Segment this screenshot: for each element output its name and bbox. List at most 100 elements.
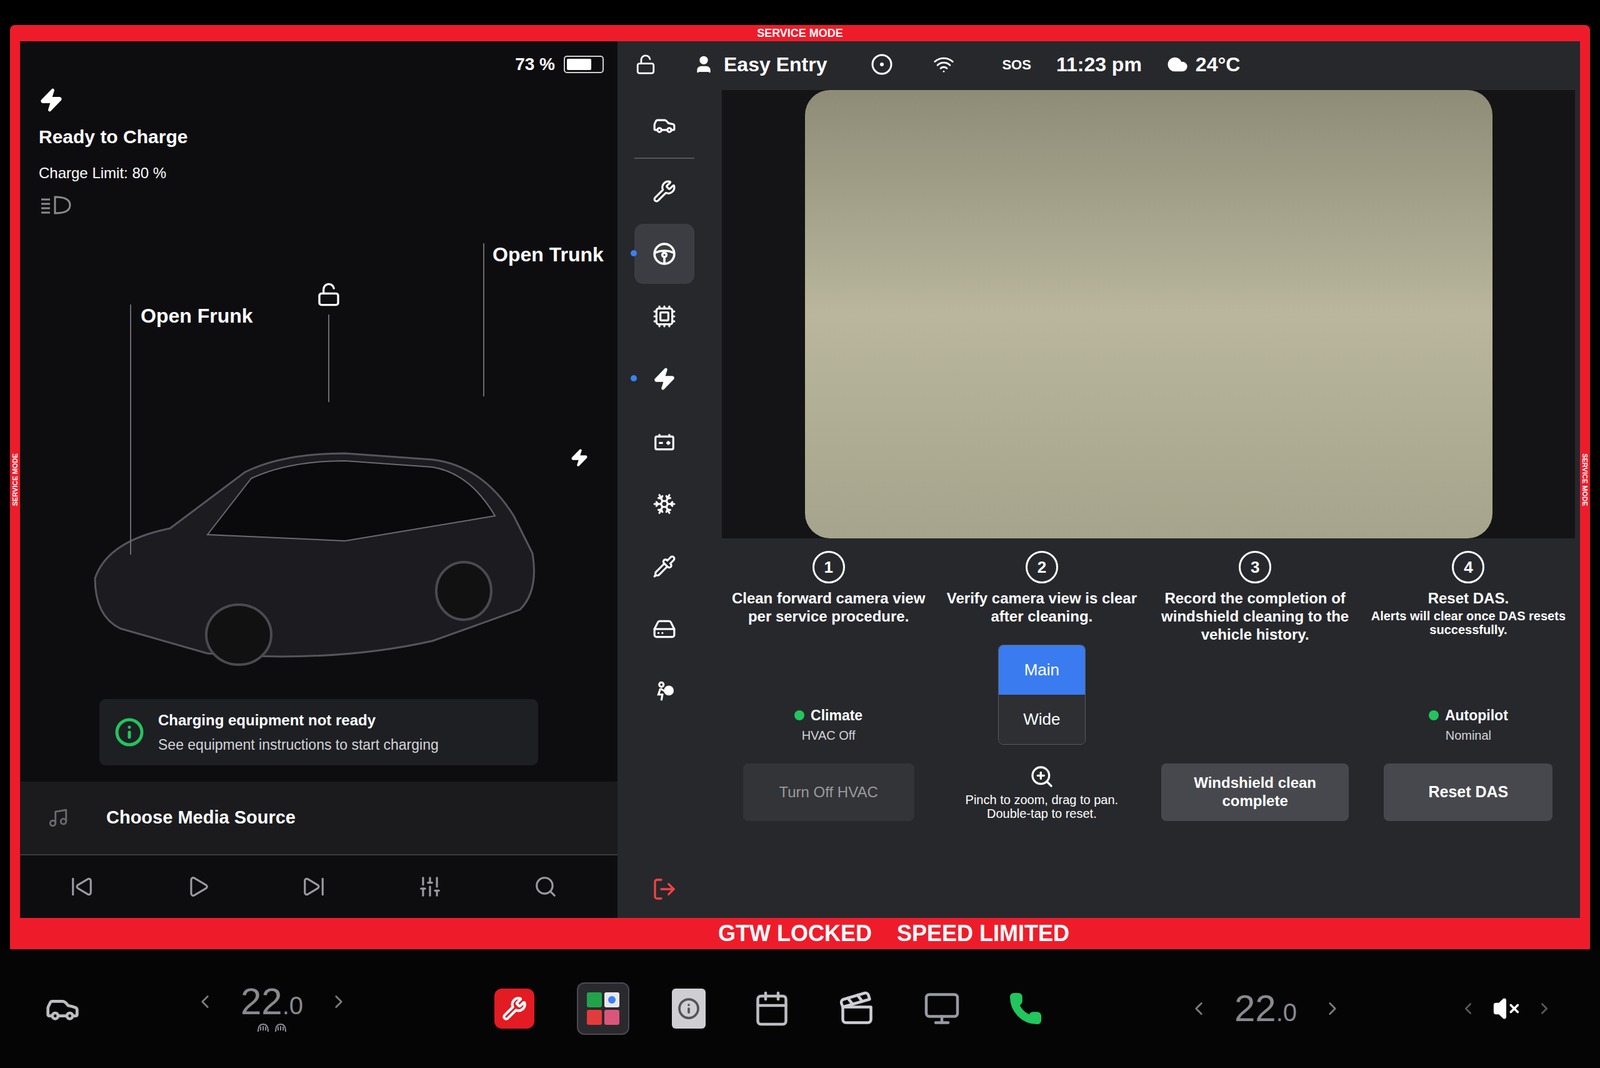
status-dot xyxy=(1428,710,1439,720)
sidebar-divider xyxy=(634,157,695,159)
view-toggle: MainWide xyxy=(998,644,1086,745)
step: 4Reset DAS.Alerts will clear once DAS re… xyxy=(1361,550,1575,821)
sidebar-item[interactable] xyxy=(634,286,695,347)
snowflake-icon xyxy=(652,491,677,516)
view-toggle-option[interactable]: Wide xyxy=(998,694,1085,744)
battery-status: 73 % xyxy=(20,41,618,88)
step-number: 1 xyxy=(812,550,845,584)
exit-icon[interactable] xyxy=(651,876,677,902)
alert: SPEED LIMITED xyxy=(896,921,1070,945)
status-indicator: ClimateHVAC Off xyxy=(794,704,863,745)
charge-info: Ready to ChargeCharge Limit: 80 % xyxy=(20,87,618,216)
zoom-icon xyxy=(1029,763,1055,789)
lightning-icon xyxy=(652,366,677,391)
volume-up-icon[interactable] xyxy=(1535,998,1554,1018)
sidebar-item[interactable] xyxy=(634,661,695,722)
temperature-control[interactable]: 22.0 xyxy=(1188,989,1344,1027)
driver-profile[interactable]: Easy Entry xyxy=(693,49,827,80)
sidebar-item[interactable] xyxy=(634,95,695,155)
camera-view[interactable] xyxy=(721,90,1575,539)
status-indicator: AutopilotNominal xyxy=(1428,704,1509,745)
alert: GTW LOCKED xyxy=(718,921,872,945)
turn-off-hvac-button[interactable]: Turn Off HVAC xyxy=(743,763,915,821)
drive-icon xyxy=(652,616,677,641)
service-app-icon[interactable] xyxy=(494,988,535,1029)
sidebar-item[interactable] xyxy=(634,536,695,597)
active-dot xyxy=(630,250,637,257)
sidebar-item[interactable] xyxy=(634,598,695,659)
charging-notice: Charging equipment not readySee equipmen… xyxy=(99,698,539,765)
service-mode-frame: SERVICE MODESERVICE MODE73 %Ready to Cha… xyxy=(10,25,1590,949)
sidebar-item[interactable] xyxy=(634,348,695,409)
step: 2Verify camera view is clear after clean… xyxy=(935,550,1149,821)
view-toggle-option[interactable]: Main xyxy=(998,645,1085,695)
lock-icon[interactable] xyxy=(635,53,657,75)
manual-app-icon[interactable] xyxy=(671,988,706,1029)
seat-heater-icon[interactable] xyxy=(254,1020,290,1034)
service-mode-banner: SERVICE MODE xyxy=(10,25,1590,42)
cloud-icon xyxy=(1166,53,1189,75)
step-number: 4 xyxy=(1451,550,1485,584)
car-image xyxy=(82,390,545,666)
step: 3Record the completion of windshield cle… xyxy=(1148,550,1362,821)
sidebar-item[interactable] xyxy=(634,223,695,284)
muted-speaker-icon[interactable] xyxy=(1492,994,1520,1022)
sidebar-item[interactable] xyxy=(634,473,695,534)
clock: 11:23 pm xyxy=(1056,49,1142,80)
airbag-person-icon xyxy=(652,679,677,704)
open-trunk-button[interactable]: Open Trunk xyxy=(492,243,604,267)
theater-app-icon[interactable] xyxy=(838,989,876,1027)
vehicle-panel: 73 %Ready to ChargeCharge Limit: 80 %Ope… xyxy=(20,41,618,918)
steps: 1Clean forward camera view per service p… xyxy=(721,550,1575,821)
search-icon[interactable] xyxy=(533,874,558,899)
phone-app-icon[interactable] xyxy=(1008,990,1044,1026)
sidebar-item[interactable] xyxy=(634,411,695,472)
windshield-clean-button[interactable]: Windshield clean complete xyxy=(1161,763,1349,821)
steering-wheel-icon xyxy=(651,241,677,267)
camera-cleaning: 1Clean forward camera view per service p… xyxy=(711,87,1580,918)
person-icon xyxy=(693,54,714,75)
car-view: Open Frunk Open Trunk xyxy=(20,215,618,699)
reset-das-button[interactable]: Reset DAS xyxy=(1383,763,1553,821)
probe-icon xyxy=(652,554,677,579)
service-sidebar xyxy=(617,87,712,918)
app-launcher xyxy=(418,981,1119,1035)
next-icon[interactable] xyxy=(301,874,326,899)
car-icon[interactable] xyxy=(45,990,80,1026)
step: 1Clean forward camera view per service p… xyxy=(721,550,935,821)
step-number: 3 xyxy=(1238,550,1272,584)
play-icon[interactable] xyxy=(186,874,210,899)
increase-icon[interactable] xyxy=(328,990,350,1012)
sidebar-item[interactable] xyxy=(634,161,695,222)
zoom-hint: Pinch to zoom, drag to pan.Double-tap to… xyxy=(965,763,1119,820)
active-dot xyxy=(630,375,637,382)
battery-gauge xyxy=(563,55,604,74)
sos-status: SOS xyxy=(1001,54,1031,75)
previous-icon[interactable] xyxy=(70,874,94,899)
calendar-app-icon[interactable] xyxy=(753,989,791,1027)
step-number: 2 xyxy=(1025,550,1059,584)
open-frunk-button[interactable]: Open Frunk xyxy=(140,304,254,328)
increase-icon[interactable] xyxy=(1321,997,1344,1019)
toybox-app-icon[interactable] xyxy=(583,988,624,1029)
service-mode-side-label: SERVICE MODE xyxy=(10,41,20,918)
auto-headlight-icon[interactable] xyxy=(38,194,73,216)
media-source[interactable]: Choose Media Source xyxy=(20,781,618,855)
lightning-icon xyxy=(38,87,64,113)
wrench-icon xyxy=(501,995,527,1021)
screen-app-icon[interactable] xyxy=(923,989,961,1027)
sentry-icon[interactable] xyxy=(870,53,894,76)
wifi-icon[interactable] xyxy=(933,53,955,75)
decrease-icon[interactable] xyxy=(1188,997,1210,1019)
charge-port-icon[interactable] xyxy=(570,448,589,467)
volume-control[interactable] xyxy=(1412,994,1600,1022)
tools-icon xyxy=(652,179,677,204)
temperature-control[interactable]: 22.0 xyxy=(194,982,350,1034)
service-panel: Easy EntrySOS11:23 pm24°C1Clean forward … xyxy=(617,41,1580,918)
equalizer-icon[interactable] xyxy=(418,874,442,899)
decrease-icon[interactable] xyxy=(194,990,216,1012)
info-icon xyxy=(114,716,145,747)
volume-down-icon[interactable] xyxy=(1458,998,1478,1018)
info-icon xyxy=(677,996,700,1020)
unlock-icon[interactable] xyxy=(316,281,342,307)
